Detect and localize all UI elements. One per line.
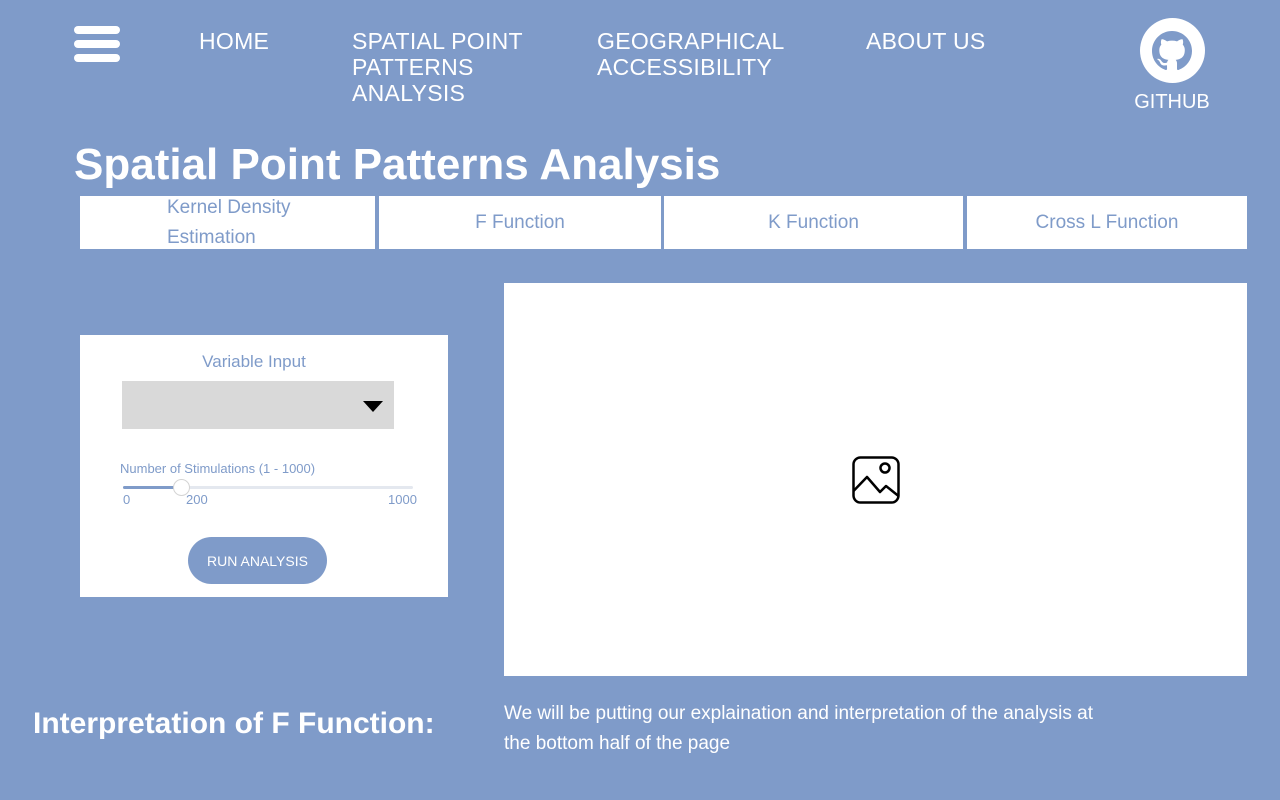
nav-about-us-link[interactable]: ABOUT US [866, 28, 986, 54]
caret-down-icon [363, 401, 383, 412]
tab-label: Kernel Density Estimation [167, 196, 291, 248]
simulations-slider[interactable] [123, 479, 413, 496]
slider-min-label: 0 [123, 492, 131, 507]
variable-input-select[interactable] [122, 381, 394, 429]
hamburger-menu-icon[interactable] [74, 26, 120, 62]
tab-f-function[interactable]: F Function [379, 196, 661, 249]
control-panel: Variable Input Number of Stimulations (1… [80, 335, 448, 597]
analysis-output-area [504, 283, 1247, 676]
github-label: GITHUB [1134, 91, 1210, 113]
image-placeholder-icon [851, 455, 900, 504]
simulations-slider-label: Number of Stimulations (1 - 1000) [120, 461, 316, 476]
nav-spatial-point-patterns-link[interactable]: SPATIAL POINT PATTERNS ANALYSIS [352, 28, 552, 106]
tab-label: F Function [475, 211, 565, 233]
tab-cross-l-function[interactable]: Cross L Function [967, 196, 1247, 249]
tab-label: Cross L Function [1035, 211, 1179, 233]
run-analysis-button[interactable]: RUN ANALYSIS [188, 537, 327, 584]
tab-kernel-density-estimation[interactable]: Kernel Density Estimation [80, 196, 375, 249]
tab-k-function[interactable]: K Function [664, 196, 963, 249]
nav-geographical-accessibility-link[interactable]: GEOGRAPHICAL ACCESSIBILITY [597, 28, 827, 80]
interpretation-text: We will be putting our explaination and … [504, 703, 1094, 754]
page: HOME SPATIAL POINT PATTERNS ANALYSIS GEO… [0, 0, 1280, 800]
github-link[interactable]: GITHUB [1130, 18, 1214, 114]
slider-max-label: 1000 [388, 492, 417, 507]
slider-value-label: 200 [186, 492, 208, 507]
page-title: Spatial Point Patterns Analysis [74, 140, 721, 189]
analysis-tabs: Kernel Density Estimation F Function K F… [80, 196, 1247, 249]
nav-home-link[interactable]: HOME [199, 28, 269, 54]
tab-label: K Function [768, 211, 859, 233]
interpretation-heading: Interpretation of F Function: [33, 707, 435, 740]
github-icon [1139, 18, 1205, 83]
variable-input-label: Variable Input [202, 352, 306, 371]
